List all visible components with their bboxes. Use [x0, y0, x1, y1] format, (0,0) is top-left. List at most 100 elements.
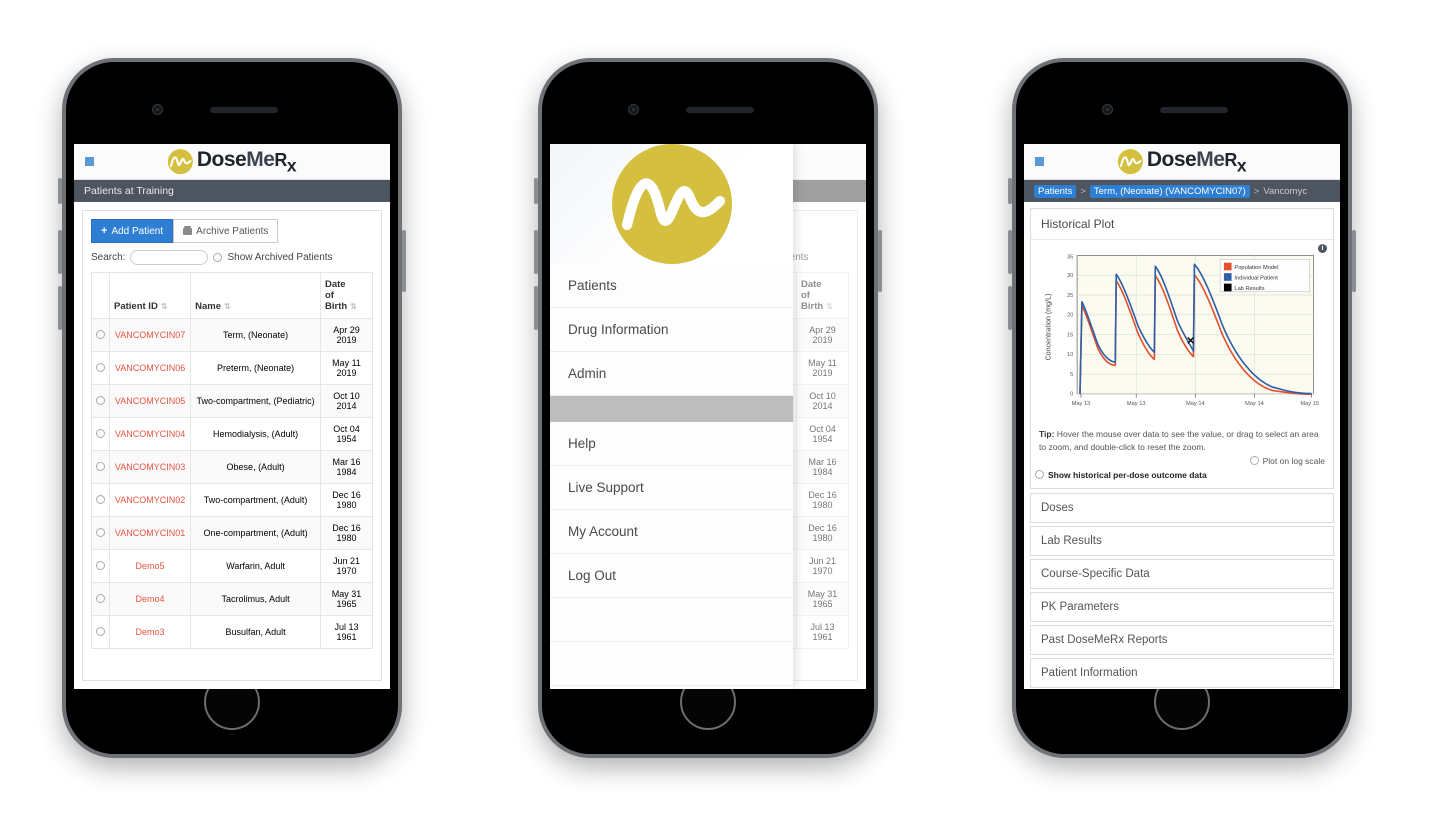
breadcrumb-patients[interactable]: Patients: [1034, 184, 1077, 198]
phone2-power-button[interactable]: [878, 230, 882, 292]
cell-dob: Jul 13 1961: [320, 615, 373, 649]
phone3-volume-down-button[interactable]: [1008, 286, 1012, 330]
table-row[interactable]: Demo4Tacrolimus, AdultMay 311965: [91, 582, 373, 616]
phone2-mute-switch[interactable]: [534, 178, 538, 204]
table-header-row: Patient ID⇅ Name⇅ DateofBirth⇅: [91, 272, 373, 319]
cell-patient-id[interactable]: VANCOMYCIN04: [108, 417, 192, 451]
sort-icon: ⇅: [160, 302, 168, 311]
row-checkbox[interactable]: [96, 560, 105, 570]
cell-patient-id[interactable]: VANCOMYCIN01: [108, 516, 192, 550]
th-patient-id[interactable]: Patient ID⇅: [108, 272, 192, 319]
menu-item-drug-information[interactable]: Drug Information: [550, 308, 794, 352]
phone3-mute-switch[interactable]: [1008, 178, 1012, 204]
outcome-data-label: Show historical per-dose outcome data: [1048, 469, 1207, 480]
row-checkbox-cell[interactable]: [91, 417, 110, 451]
archive-patients-button[interactable]: Archive Patients: [173, 219, 279, 243]
row-checkbox-cell[interactable]: [91, 318, 110, 352]
cell-patient-id[interactable]: Demo3: [108, 615, 192, 649]
phone3-volume-up-button[interactable]: [1008, 230, 1012, 274]
patients-table: Patient ID⇅ Name⇅ DateofBirth⇅ VANCOMYCI…: [91, 272, 373, 649]
log-scale-label: Plot on log scale: [1262, 455, 1325, 466]
row-checkbox-cell[interactable]: [91, 582, 110, 616]
menu-item-empty: [550, 598, 794, 642]
phone1-mute-switch[interactable]: [58, 178, 62, 204]
table-row[interactable]: VANCOMYCIN04Hemodialysis, (Adult)Oct 041…: [91, 417, 373, 451]
row-checkbox[interactable]: [96, 626, 105, 636]
section-doses[interactable]: Doses: [1030, 492, 1334, 523]
log-scale-checkbox[interactable]: [1249, 456, 1259, 466]
table-row[interactable]: Demo5Warfarin, AdultJun 211970: [91, 549, 373, 583]
menu-item-log-out[interactable]: Log Out: [550, 554, 794, 598]
search-input[interactable]: [130, 250, 209, 265]
breadcrumb: Patients > Term, (Neonate) (VANCOMYCIN07…: [1034, 184, 1307, 198]
table-row[interactable]: VANCOMYCIN01One-compartment, (Adult)Dec …: [91, 516, 373, 550]
row-checkbox[interactable]: [96, 329, 105, 339]
svg-text:5: 5: [1070, 372, 1073, 378]
concentration-time-chart[interactable]: 0 5 10 15 20 25 30 35 Concentration (mg/…: [1039, 246, 1325, 422]
cell-dob: Mar 16 1984: [796, 450, 849, 484]
section-past-reports[interactable]: Past DoseMeRx Reports: [1030, 624, 1334, 655]
th-name[interactable]: Name⇅: [190, 272, 321, 319]
table-row[interactable]: VANCOMYCIN02Two-compartment, (Adult)Dec …: [91, 483, 373, 517]
row-checkbox[interactable]: [96, 494, 105, 504]
table-row[interactable]: VANCOMYCIN06Preterm, (Neonate)May 112019: [91, 351, 373, 385]
row-checkbox[interactable]: [96, 395, 105, 405]
phone2-volume-down-button[interactable]: [534, 286, 538, 330]
phone-2: DoseMeRx Patients at Training +: [534, 58, 882, 758]
menu-item-patients[interactable]: Patients: [550, 264, 794, 308]
add-patient-button[interactable]: + Add Patient: [91, 219, 174, 243]
row-checkbox[interactable]: [96, 362, 105, 372]
brand-name: DoseMeRx: [1146, 147, 1247, 175]
row-checkbox-cell[interactable]: [91, 384, 110, 418]
phone1-screen: DoseMeRx Patients at Training + Add Pati…: [74, 144, 390, 689]
table-row[interactable]: VANCOMYCIN03Obese, (Adult)Mar 161984: [91, 450, 373, 484]
menu-item-help[interactable]: Help: [550, 422, 794, 466]
phone1-volume-down-button[interactable]: [58, 286, 62, 330]
cell-dob: Dec 16 1980: [320, 483, 373, 517]
outcome-data-checkbox[interactable]: [1035, 470, 1044, 480]
table-row[interactable]: Demo3Busulfan, AdultJul 131961: [91, 615, 373, 649]
row-checkbox[interactable]: [96, 527, 105, 537]
row-checkbox[interactable]: [96, 428, 105, 438]
menu-item-admin[interactable]: Admin: [550, 352, 794, 396]
menu-item-live-support[interactable]: Live Support: [550, 466, 794, 510]
phone2-volume-up-button[interactable]: [534, 230, 538, 274]
hamburger-menu-icon[interactable]: [85, 157, 94, 166]
breadcrumb-patient[interactable]: Term, (Neonate) (VANCOMYCIN07): [1089, 184, 1250, 198]
section-course-specific-data[interactable]: Course-Specific Data: [1030, 558, 1334, 589]
cell-patient-id[interactable]: VANCOMYCIN02: [108, 483, 192, 517]
cell-patient-id[interactable]: VANCOMYCIN07: [108, 318, 192, 352]
show-archived-checkbox[interactable]: [213, 253, 223, 262]
row-checkbox-cell[interactable]: [91, 549, 110, 583]
chart-container[interactable]: i 0 5 10 15 20 25 30 35 Concentration (m…: [1031, 240, 1333, 426]
table-row[interactable]: VANCOMYCIN07Term, (Neonate)Apr 292019: [91, 318, 373, 352]
table-row[interactable]: VANCOMYCIN05Two-compartment, (Pediatric)…: [91, 384, 373, 418]
section-pk-parameters[interactable]: PK Parameters: [1030, 591, 1334, 622]
info-icon[interactable]: i: [1318, 244, 1327, 253]
row-checkbox-cell[interactable]: [91, 351, 110, 385]
earpiece-speaker: [210, 107, 278, 113]
section-lab-results[interactable]: Lab Results: [1030, 525, 1334, 556]
cell-patient-id[interactable]: Demo4: [108, 582, 192, 616]
cell-dob: Oct 04 1954: [320, 417, 373, 451]
phone1-power-button[interactable]: [402, 230, 406, 292]
th-dob[interactable]: Date of Birth ⇅: [796, 272, 849, 319]
cell-patient-id[interactable]: VANCOMYCIN05: [108, 384, 192, 418]
row-checkbox-cell[interactable]: [91, 483, 110, 517]
hamburger-menu-icon[interactable]: [1035, 157, 1044, 166]
row-checkbox-cell[interactable]: [91, 615, 110, 649]
cell-patient-id[interactable]: VANCOMYCIN06: [108, 351, 192, 385]
cell-patient-id[interactable]: Demo5: [108, 549, 192, 583]
row-checkbox[interactable]: [96, 461, 105, 471]
cell-dob: May 11 2019: [320, 351, 373, 385]
section-patient-information[interactable]: Patient Information: [1030, 657, 1334, 688]
phone3-power-button[interactable]: [1352, 230, 1356, 292]
th-dob[interactable]: Date of Birth ⇅: [320, 272, 373, 319]
log-scale-row: Plot on log scale: [1031, 454, 1333, 468]
phone1-volume-up-button[interactable]: [58, 230, 62, 274]
menu-item-my-account[interactable]: My Account: [550, 510, 794, 554]
row-checkbox-cell[interactable]: [91, 516, 110, 550]
row-checkbox-cell[interactable]: [91, 450, 110, 484]
cell-patient-id[interactable]: VANCOMYCIN03: [108, 450, 192, 484]
row-checkbox[interactable]: [96, 593, 105, 603]
